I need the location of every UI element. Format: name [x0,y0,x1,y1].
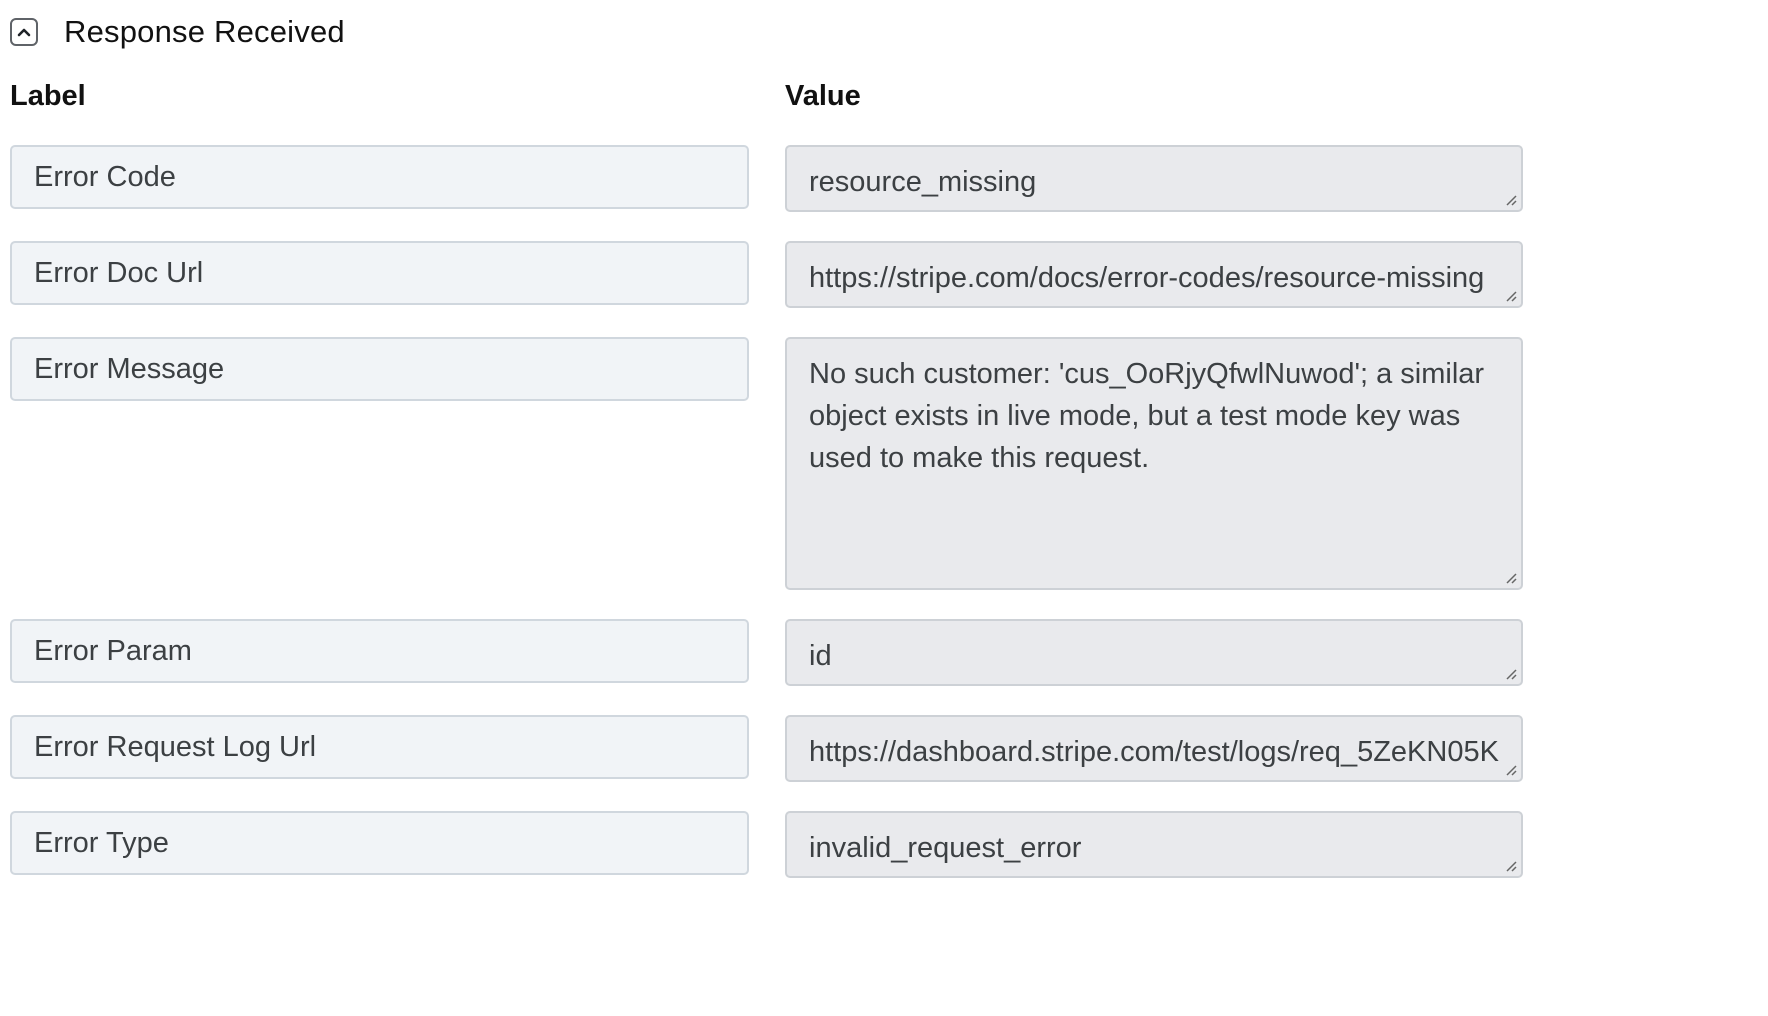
value-text: invalid_request_error [809,832,1082,864]
label-field-error-type[interactable]: Error Type [10,811,749,875]
value-textarea-error-type[interactable]: invalid_request_error [785,811,1523,878]
resize-handle-icon[interactable] [1503,858,1517,872]
label-field-error-code[interactable]: Error Code [10,145,749,209]
value-text: id [809,640,832,672]
value-textarea-error-message[interactable]: No such customer: 'cus_OoRjyQfwlNuwod'; … [785,337,1523,590]
value-textarea-error-param[interactable]: id [785,619,1523,686]
value-textarea-error-request-log-url[interactable]: https://dashboard.stripe.com/test/logs/r… [785,715,1523,782]
value-text: https://stripe.com/docs/error-codes/reso… [809,262,1485,294]
chevron-up-icon [17,28,31,37]
value-text: resource_missing [809,166,1037,198]
section-header: Response Received [10,14,345,50]
value-column-header: Value [785,80,861,112]
label-field-error-param[interactable]: Error Param [10,619,749,683]
value-text: No such customer: 'cus_OoRjyQfwlNuwod'; … [809,358,1485,474]
resize-handle-icon[interactable] [1503,762,1517,776]
resize-handle-icon[interactable] [1503,288,1517,302]
label-field-error-request-log-url[interactable]: Error Request Log Url [10,715,749,779]
resize-handle-icon[interactable] [1503,570,1517,584]
value-textarea-error-code[interactable]: resource_missing [785,145,1523,212]
resize-handle-icon[interactable] [1503,666,1517,680]
label-column-header: Label [10,80,86,112]
section-title: Response Received [64,14,345,49]
collapse-toggle-button[interactable] [10,18,38,46]
value-textarea-error-doc-url[interactable]: https://stripe.com/docs/error-codes/reso… [785,241,1523,308]
value-text: https://dashboard.stripe.com/test/logs/r… [809,736,1499,780]
resize-handle-icon[interactable] [1503,192,1517,206]
label-field-error-doc-url[interactable]: Error Doc Url [10,241,749,305]
label-field-error-message[interactable]: Error Message [10,337,749,401]
